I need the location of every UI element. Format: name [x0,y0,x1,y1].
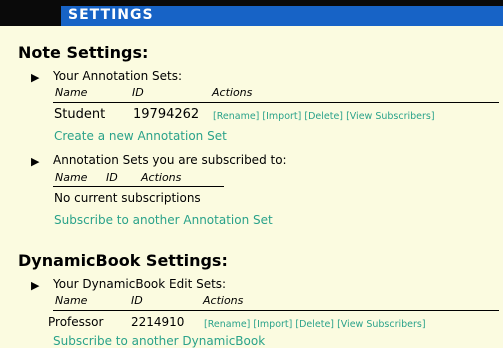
view-subscribers-link[interactable]: [View Subscribers] [337,319,426,330]
table-header-rule [53,310,499,311]
your-annotation-sets-label: Your Annotation Sets: [53,69,183,83]
column-header-name: Name [55,171,88,184]
page-title: SETTINGS [68,7,154,23]
no-subscriptions-text: No current subscriptions [54,191,201,205]
table-header-rule [53,186,224,187]
import-link[interactable]: [Import] [253,319,292,330]
create-annotation-set-link[interactable]: Create a new Annotation Set [54,129,227,143]
subscribed-sets-label: Annotation Sets you are subscribed to: [53,153,287,167]
expand-arrow-icon[interactable]: ▶ [31,71,39,84]
dynamicbook-edit-sets-label: Your DynamicBook Edit Sets: [53,277,227,291]
column-header-actions: Actions [141,171,182,184]
annotation-set-actions: [Rename] [Import] [Delete] [View Subscri… [213,111,435,122]
subscribe-dynamicbook-link[interactable]: Subscribe to another DynamicBook [53,334,265,348]
column-header-actions: Actions [212,86,253,99]
column-header-actions: Actions [203,294,244,307]
subscribe-annotation-set-link[interactable]: Subscribe to another Annotation Set [54,213,273,227]
edit-set-name: Professor [48,315,104,329]
dynamicbook-settings-title: DynamicBook Settings: [18,251,228,270]
import-link[interactable]: [Import] [262,111,301,122]
rename-link[interactable]: [Rename] [204,319,250,330]
rename-link[interactable]: [Rename] [213,111,259,122]
note-settings-title: Note Settings: [18,43,149,62]
annotation-set-id: 19794262 [133,107,200,122]
column-header-name: Name [55,294,88,307]
table-header-rule [53,102,499,103]
column-header-id: ID [131,294,143,307]
column-header-id: ID [106,171,118,184]
column-header-name: Name [55,86,88,99]
delete-link[interactable]: [Delete] [295,319,334,330]
expand-arrow-icon[interactable]: ▶ [31,279,39,292]
edit-set-actions: [Rename] [Import] [Delete] [View Subscri… [204,319,426,330]
expand-arrow-icon[interactable]: ▶ [31,155,39,168]
delete-link[interactable]: [Delete] [304,111,343,122]
column-header-id: ID [132,86,144,99]
view-subscribers-link[interactable]: [View Subscribers] [346,111,435,122]
annotation-set-name: Student [54,107,106,122]
edit-set-id: 2214910 [131,315,185,329]
